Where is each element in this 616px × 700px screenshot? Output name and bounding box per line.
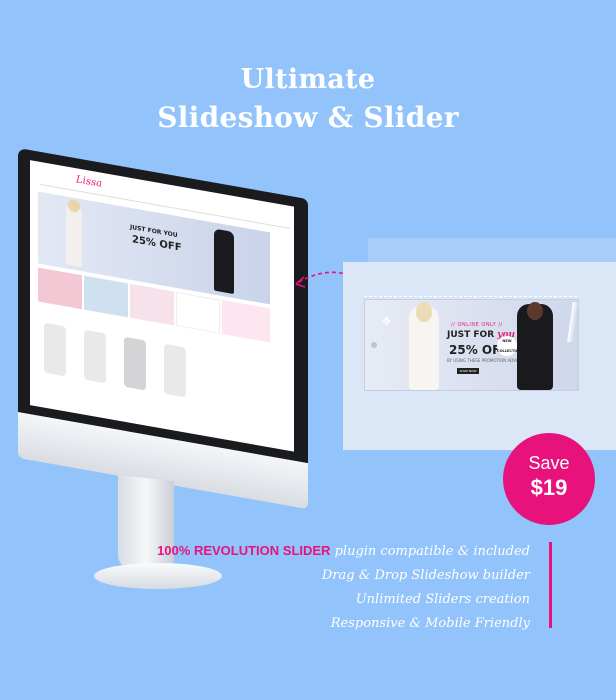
slide-tag: // ONLINE ONLY // (451, 322, 503, 328)
slide-shop-button[interactable]: SHOP NOW (457, 368, 479, 374)
slide-headline-pre: JUST FOR (447, 330, 495, 340)
feature-accent-bar (549, 542, 552, 628)
slider-preview[interactable]: // ONLINE ONLY // JUST FOR you 25% OFF B… (364, 299, 579, 391)
save-badge-label: Save (528, 453, 570, 473)
slide-badge: NEW COLLECTION (497, 336, 522, 356)
feature-highlight: 100% REVOLUTION SLIDER (157, 543, 331, 558)
save-badge-amount: $19 (530, 475, 568, 500)
feature-item: Unlimited Sliders creation (355, 592, 530, 607)
feature-item: Responsive & Mobile Friendly (330, 616, 530, 631)
slide-prev-dot[interactable] (371, 342, 377, 348)
slide-model-woman (409, 302, 439, 390)
feature-text: plugin compatible & included (330, 544, 530, 559)
move-icon[interactable]: ✥ (382, 316, 391, 327)
feature-list: 100% REVOLUTION SLIDER plugin compatible… (150, 539, 530, 636)
slider-guide (364, 296, 577, 297)
feature-item: 100% REVOLUTION SLIDER plugin compatible… (150, 539, 530, 564)
feature-item: Drag & Drop Slideshow builder (321, 568, 530, 583)
save-badge: Save $19 (503, 433, 595, 525)
slide-model-man (517, 302, 553, 390)
